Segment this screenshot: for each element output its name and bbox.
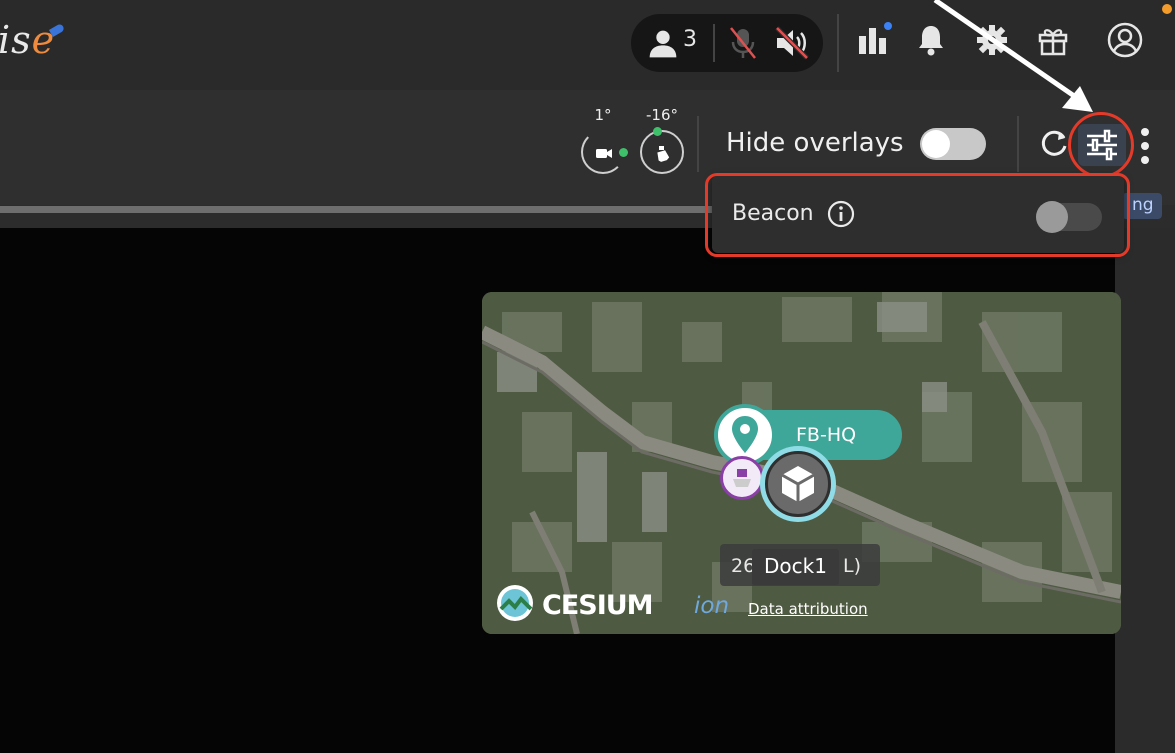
app-root: ise 3 1° -16° Hide overlays ng FB-HQ 26 … (0, 0, 1175, 753)
annotation-arrow (933, 0, 1093, 112)
gimbal-dial (640, 127, 684, 174)
call-controls: 3 (631, 14, 823, 72)
account-icon[interactable] (1105, 20, 1145, 60)
cesium-logo-icon (497, 585, 533, 621)
participants-count: 3 (683, 27, 697, 52)
gimbal-angle-value: -16° (646, 106, 678, 124)
mic-off-icon[interactable] (725, 24, 761, 62)
toolbar-divider-2 (1017, 116, 1019, 172)
cesium-ion-wordmark: ion (694, 593, 730, 619)
data-attribution-link[interactable]: Data attribution (748, 600, 868, 618)
app-logo[interactable]: ise (0, 18, 66, 62)
drone-icon (733, 469, 751, 487)
dock-label: Dock1 (752, 549, 839, 585)
refresh-icon[interactable] (1040, 128, 1070, 158)
more-options-icon[interactable] (1139, 126, 1151, 166)
camera-angle-value: 1° (594, 106, 612, 124)
speaker-off-icon[interactable] (771, 24, 811, 62)
header-divider (837, 14, 839, 72)
cube-icon (781, 466, 815, 502)
camera-icon (596, 149, 612, 158)
cesium-wordmark: CESIUM (542, 590, 654, 621)
gimbal-angle-indicator: -16° (637, 106, 687, 174)
hide-overlays-toggle[interactable] (920, 128, 986, 160)
location-pin-icon (732, 416, 758, 453)
pill-divider (713, 24, 715, 62)
highlight-box-dropdown (705, 173, 1130, 257)
hide-overlays-label: Hide overlays (726, 128, 904, 158)
camera-dial-dot (619, 148, 628, 157)
user-icon[interactable] (647, 28, 679, 60)
camera-angle-indicator: 1° (578, 106, 628, 174)
account-status-dot (1162, 4, 1172, 14)
logo-accent-letter: e (31, 18, 56, 62)
hide-overlays-toggle-knob (922, 130, 950, 158)
toolbar-divider (697, 116, 699, 172)
dock-marker[interactable] (765, 451, 831, 517)
drone-marker[interactable] (720, 456, 764, 500)
dock-info-suffix: L) (843, 555, 861, 577)
gimbal-dial-dot (653, 127, 662, 136)
site-label: FB-HQ (796, 424, 857, 446)
notification-dot (884, 22, 892, 30)
camera-dial (581, 130, 628, 174)
right-sidebar (1115, 228, 1175, 753)
highlight-ring-settings (1068, 112, 1134, 178)
logo-text: is (0, 18, 32, 62)
gimbal-icon (657, 146, 670, 162)
